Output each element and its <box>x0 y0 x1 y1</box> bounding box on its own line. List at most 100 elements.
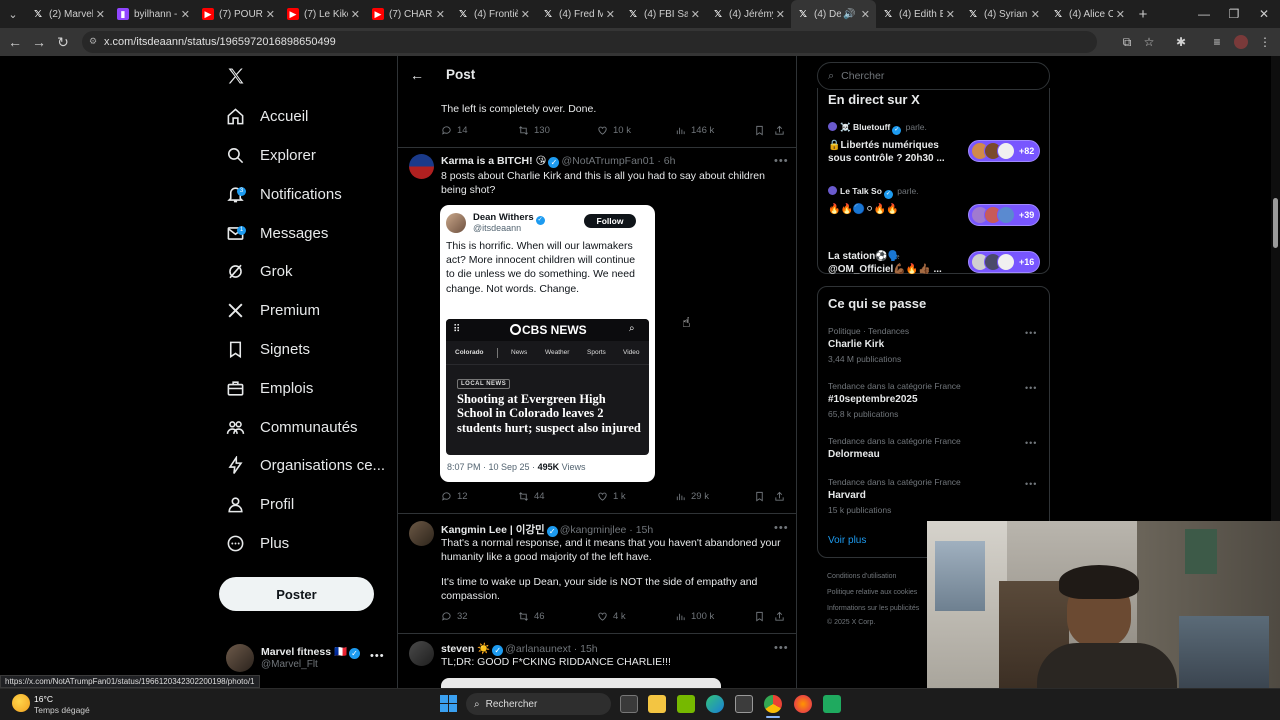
sidebar-item-emplois[interactable]: Emplois <box>226 374 313 402</box>
forward-icon[interactable]: → <box>27 28 51 56</box>
x-logo-icon[interactable] <box>226 66 246 91</box>
space-title[interactable]: La station⚽🗣️ @OM_Officiel💪🏾🔥👍🏾 ... <box>828 250 963 276</box>
search-input[interactable]: ⌕ Chercher <box>817 62 1050 90</box>
menu-icon[interactable]: ⋮ <box>1256 33 1274 51</box>
site-info-icon[interactable]: ⚙ <box>89 36 97 47</box>
task-view-icon[interactable] <box>620 695 638 713</box>
views-button[interactable]: 146 k <box>675 125 714 136</box>
browser-tab[interactable]: ▮ byilhann - ✕ <box>111 0 196 28</box>
account-avatar[interactable] <box>226 644 254 672</box>
install-icon[interactable]: ⧉ <box>1118 33 1136 51</box>
tab-close-icon[interactable]: ✕ <box>776 8 785 21</box>
cbs-news-screenshot[interactable]: ⠿ CBS NEWS ⌕ Colorado News Weather Sports Vi… <box>446 319 649 455</box>
tab-close-icon[interactable]: ✕ <box>691 8 700 21</box>
reload-icon[interactable]: ↻ <box>51 28 75 56</box>
firefox-icon[interactable] <box>794 695 812 713</box>
trend-title[interactable]: #10septembre2025 <box>828 394 918 405</box>
tab-close-icon[interactable]: ✕ <box>1116 8 1125 21</box>
retweet-button[interactable]: 44 <box>518 491 545 502</box>
footer-link[interactable]: Conditions d'utilisation <box>827 573 896 580</box>
reading-list-icon[interactable]: ≡ <box>1208 33 1226 51</box>
like-button[interactable]: 1 k <box>597 491 626 502</box>
views-button[interactable]: 29 k <box>675 491 709 502</box>
profile-icon[interactable] <box>1232 33 1250 51</box>
browser-tab[interactable]: ▶ (7) Le Kiko ✕ <box>281 0 366 28</box>
tweet-more-icon[interactable]: ••• <box>774 155 789 167</box>
taskbar-search-input[interactable]: ⌕ Rechercher <box>466 693 611 715</box>
new-tab-button[interactable]: + <box>1131 6 1155 23</box>
tweet-image[interactable] <box>441 678 721 688</box>
tab-close-icon[interactable]: ✕ <box>1031 8 1040 21</box>
tweet-author-name[interactable]: Kangmin Lee | 이강민 <box>441 524 545 536</box>
reply-button[interactable]: 14 <box>441 125 468 136</box>
tab-close-icon[interactable]: ✕ <box>606 8 615 21</box>
browser-tab[interactable]: 𝕏 (2) Marvel ✕ <box>26 0 111 28</box>
tab-search-icon[interactable]: ⌄ <box>0 0 26 28</box>
sidebar-item-profil[interactable]: Profil <box>226 490 294 518</box>
tweet-author-name[interactable]: steven ☀️ <box>441 643 490 655</box>
browser-tab[interactable]: 𝕏 (4) Frontiè ✕ <box>451 0 536 28</box>
tweet-handle[interactable]: @kangminjlee · 15h <box>560 524 654 536</box>
tweet-avatar[interactable] <box>409 641 434 666</box>
sidebar-item-notifications[interactable]: 3 Notifications <box>226 180 342 208</box>
reply-button[interactable]: 32 <box>441 611 468 622</box>
sidebar-item-communautés[interactable]: Communautés <box>226 413 358 441</box>
space-host[interactable]: ☠️ Bluetouff ✓ parle. <box>828 122 927 135</box>
extensions-icon[interactable]: ✱ <box>1172 33 1190 51</box>
browser-tab[interactable]: 𝕏 (4) FBI Salt✕ <box>621 0 706 28</box>
browser-tab[interactable]: ▶ (7) POURQ✕ <box>196 0 281 28</box>
tab-close-icon[interactable]: ✕ <box>96 8 105 21</box>
tab-close-icon[interactable]: ✕ <box>181 8 190 21</box>
sidebar-item-messages[interactable]: 1 Messages <box>226 219 328 247</box>
see-more-link[interactable]: Voir plus <box>828 535 866 546</box>
tweet-handle[interactable]: @NotATrumpFan01 · 6h <box>561 155 675 167</box>
bookmark-button[interactable] <box>754 611 770 622</box>
sidebar-item-plus[interactable]: Plus <box>226 529 289 557</box>
post-button[interactable]: Poster <box>219 577 374 611</box>
space-listeners-pill[interactable]: +16 <box>968 251 1040 273</box>
edge-icon[interactable] <box>706 695 724 713</box>
url-field[interactable]: ⚙ x.com/itsdeaann/status/196597201689865… <box>82 31 1097 53</box>
windows-start-icon[interactable] <box>440 695 457 712</box>
quote-avatar[interactable] <box>446 213 466 233</box>
quoted-tweet-card[interactable]: Dean Withers ✓ @itsdeaann Follow This is … <box>440 205 655 482</box>
speaker-icon[interactable]: 🔊 <box>843 9 855 20</box>
browser-tab[interactable]: 𝕏 (4) De 🔊 ✕ <box>791 0 876 28</box>
sidebar-item-organisations-ce[interactable]: Organisations ce... <box>226 451 385 479</box>
tab-close-icon[interactable]: ✕ <box>946 8 955 21</box>
like-button[interactable]: 10 k <box>597 125 631 136</box>
browser-tab[interactable]: 𝕏 (4) Jérémy ✕ <box>706 0 791 28</box>
bookmark-button[interactable] <box>754 125 770 136</box>
space-host[interactable]: Le Talk So ✓ parle. <box>828 186 919 199</box>
space-title[interactable]: 🔥🔥🔵⚪🔥🔥 <box>828 203 963 216</box>
tab-close-icon[interactable]: ✕ <box>436 8 445 21</box>
trend-title[interactable]: Charlie Kirk <box>828 339 884 350</box>
share-button[interactable] <box>774 611 790 622</box>
tweet-avatar[interactable] <box>409 521 434 546</box>
app-icon[interactable] <box>823 695 841 713</box>
back-arrow-icon[interactable]: ← <box>410 67 424 83</box>
tab-close-icon[interactable]: ✕ <box>266 8 275 21</box>
scrollbar-thumb[interactable] <box>1273 198 1278 248</box>
trend-more-icon[interactable]: ••• <box>1025 383 1037 393</box>
sidebar-item-accueil[interactable]: Accueil <box>226 102 308 130</box>
sidebar-item-grok[interactable]: Grok <box>226 257 293 285</box>
tweet-more-icon[interactable]: ••• <box>774 642 789 654</box>
nvidia-icon[interactable] <box>677 695 695 713</box>
bookmark-button[interactable] <box>754 491 770 502</box>
maximize-icon[interactable]: ❐ <box>1218 0 1250 28</box>
minimize-icon[interactable]: — <box>1188 0 1220 28</box>
back-icon[interactable]: ← <box>3 28 27 56</box>
bookmark-star-icon[interactable]: ☆ <box>1140 33 1158 51</box>
tweet-author-name[interactable]: Karma is a BITCH! 😘 <box>441 155 546 167</box>
space-listeners-pill[interactable]: +39 <box>968 204 1040 226</box>
tweet-handle[interactable]: @arlanaunext · 15h <box>505 643 597 655</box>
retweet-button[interactable]: 130 <box>518 125 550 136</box>
like-button[interactable]: 4 k <box>597 611 626 622</box>
browser-tab[interactable]: 𝕏 (4) Fred M ✕ <box>536 0 621 28</box>
store-icon[interactable] <box>735 695 753 713</box>
follow-button[interactable]: Follow <box>584 214 636 228</box>
sidebar-item-explorer[interactable]: Explorer <box>226 141 316 169</box>
share-button[interactable] <box>774 125 790 136</box>
weather-icon[interactable] <box>12 694 30 712</box>
